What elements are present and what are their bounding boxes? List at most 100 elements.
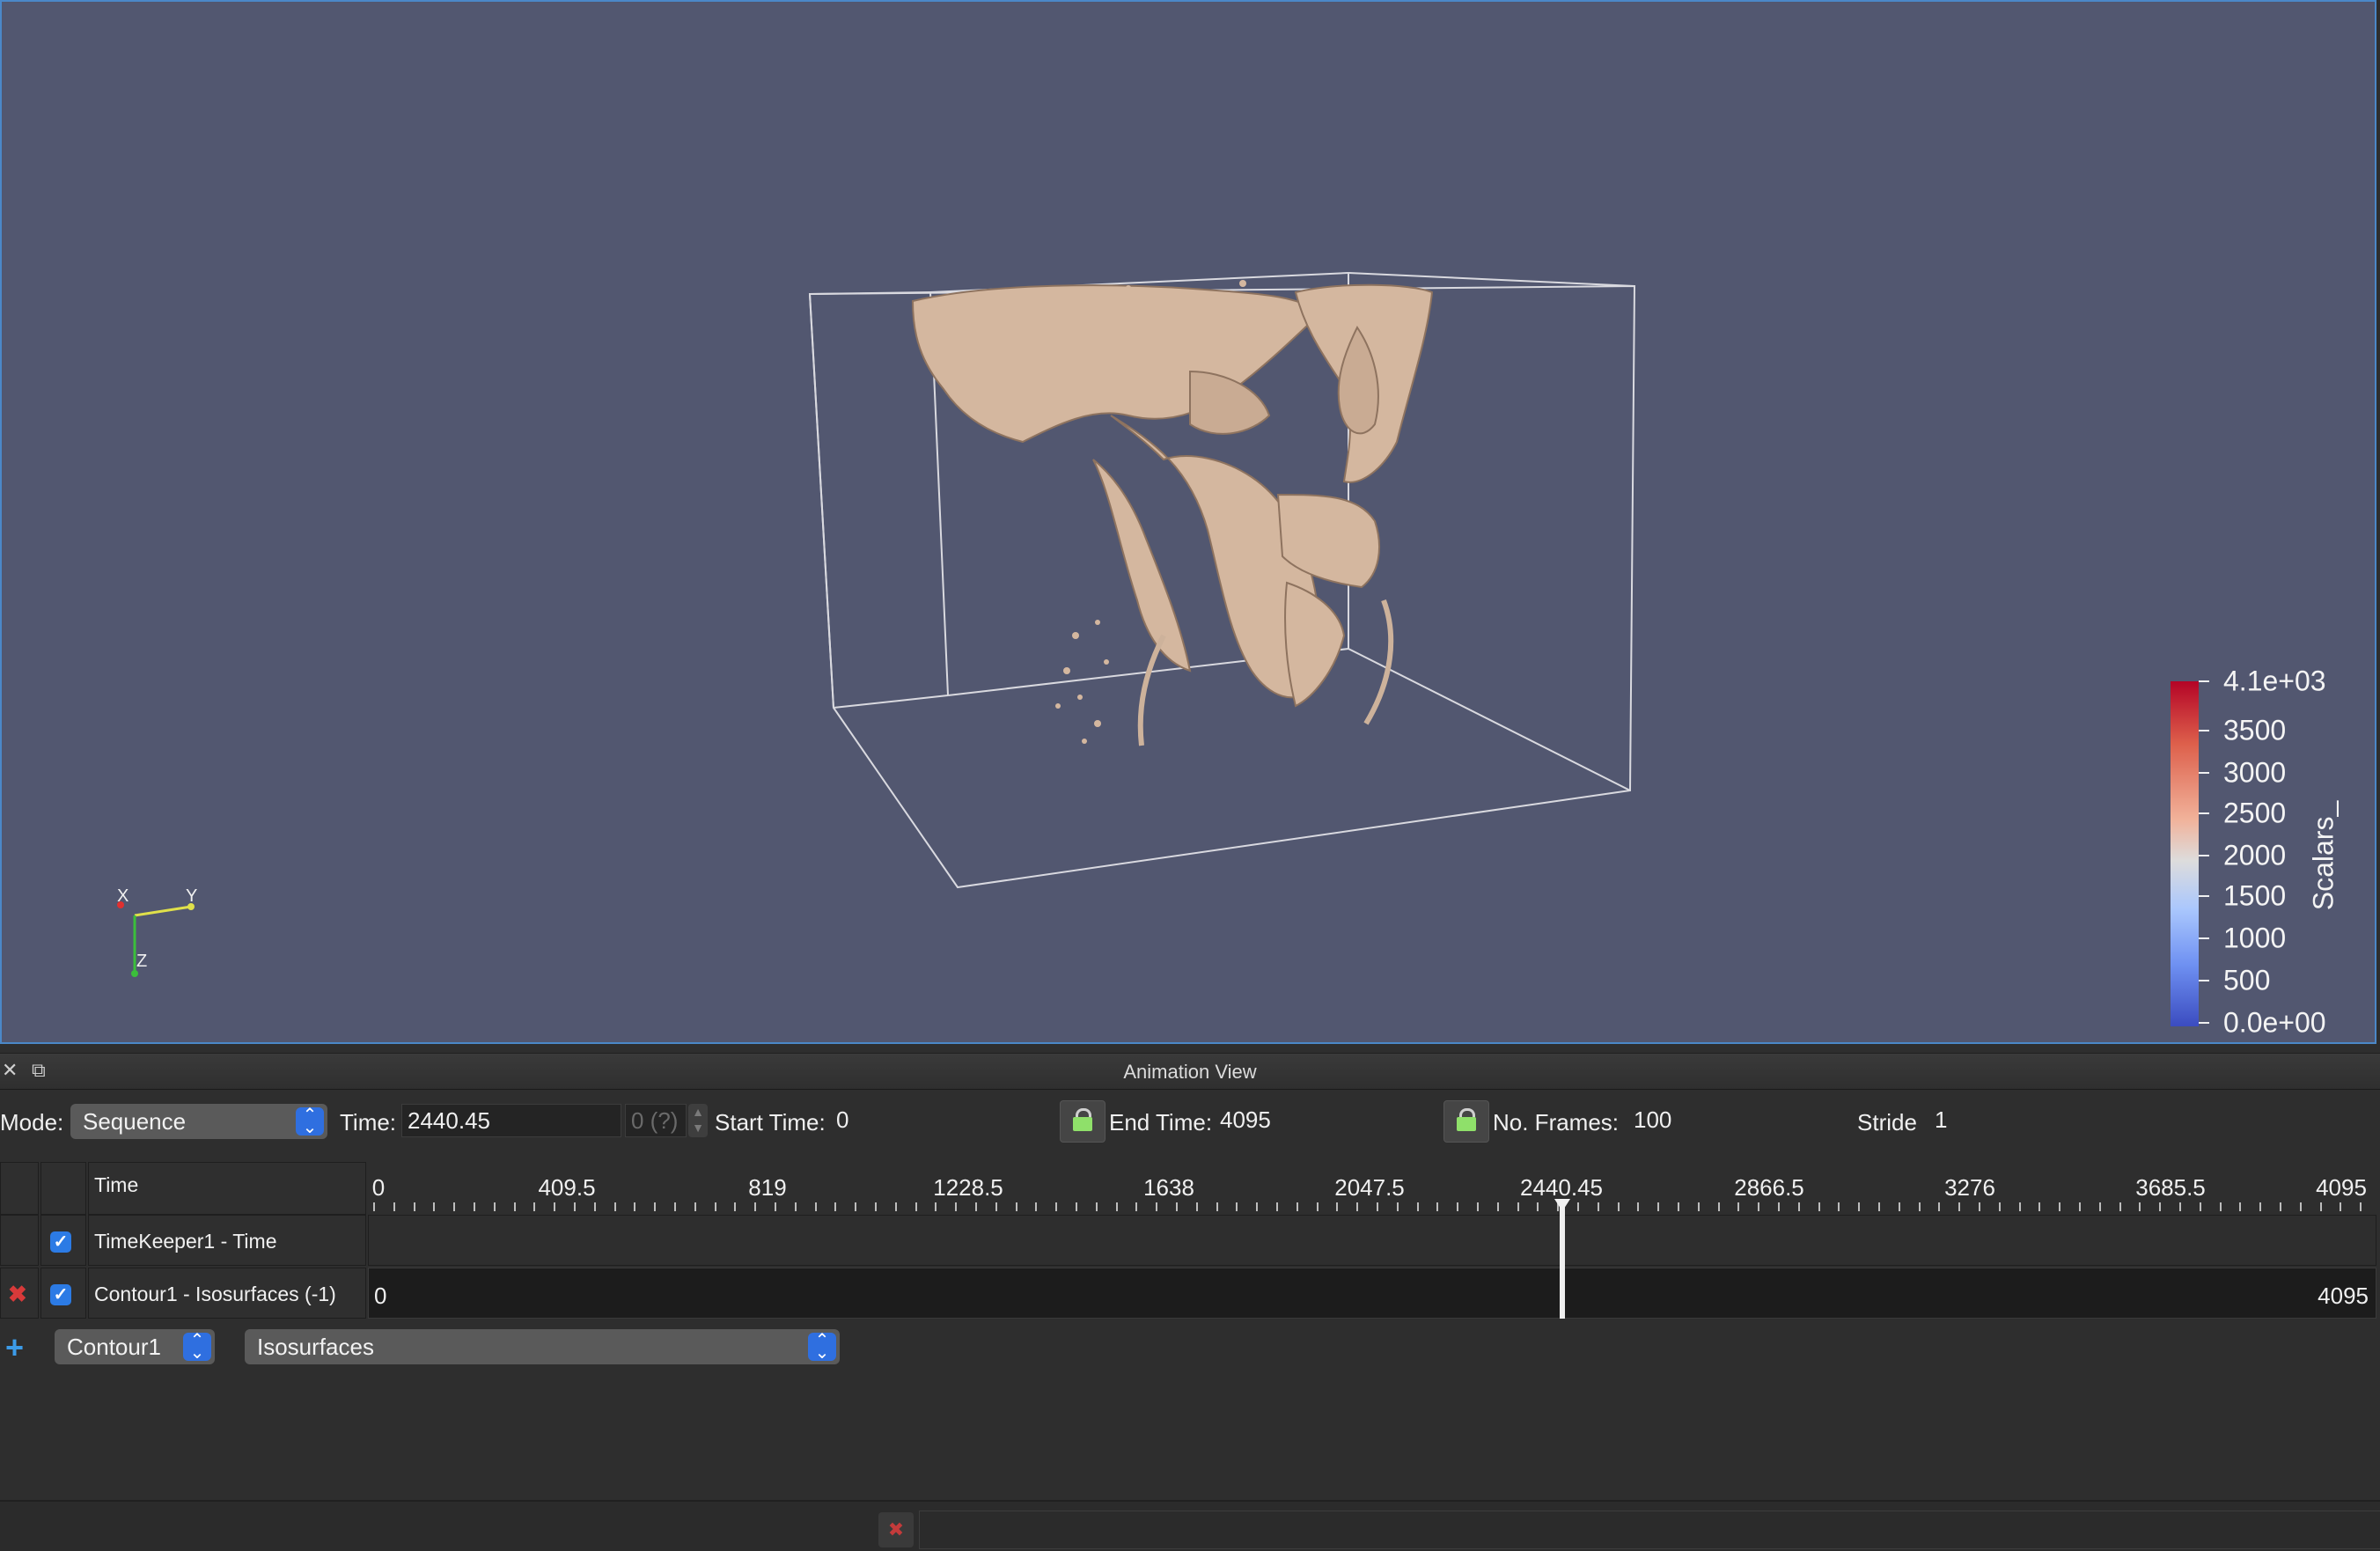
track-timekeeper-timeline[interactable] — [368, 1215, 2376, 1266]
lock-start-time-button[interactable] — [1060, 1100, 1106, 1143]
legend-tick — [2199, 1022, 2209, 1024]
mode-select[interactable]: Sequence ⌃ ⌄ — [70, 1104, 327, 1139]
table-row-action: ✖ — [0, 1268, 39, 1319]
lock-end-time-button[interactable] — [1443, 1100, 1489, 1143]
legend-label: 1000 — [2223, 922, 2287, 954]
ruler-minor-tick — [1537, 1202, 1539, 1211]
lock-icon — [1457, 1117, 1476, 1131]
legend-label: 2500 — [2223, 797, 2287, 829]
animation-empty-area — [0, 1373, 2380, 1496]
ruler-minor-tick — [654, 1202, 656, 1211]
ruler-minor-tick — [1577, 1202, 1579, 1211]
ruler-minor-tick — [1818, 1202, 1820, 1211]
legend-label: 0.0e+00 — [2223, 1006, 2326, 1039]
mode-label: Mode: — [0, 1109, 64, 1136]
start-time-label: Start Time: — [715, 1109, 826, 1136]
add-track-row: + Contour1 ⌃ ⌄ Isosurfaces ⌃ ⌄ — [0, 1327, 2380, 1370]
track-contour-timeline[interactable]: 0 4095 — [368, 1268, 2376, 1319]
ruler-minor-tick — [393, 1202, 395, 1211]
ruler-minor-tick — [1176, 1202, 1178, 1211]
ruler-minor-tick — [2079, 1202, 2081, 1211]
ruler-tick-label: 3685.5 — [2135, 1174, 2206, 1201]
legend-tick — [2199, 772, 2209, 774]
ruler-minor-tick — [1477, 1202, 1479, 1211]
ruler-minor-tick — [1016, 1202, 1017, 1211]
property-select[interactable]: Isosurfaces ⌃ ⌄ — [245, 1329, 840, 1364]
frames-label: No. Frames: — [1493, 1109, 1620, 1136]
timekeeper-checkbox[interactable]: ✓ — [50, 1231, 71, 1253]
ruler-minor-tick — [1196, 1202, 1198, 1211]
add-track-icon[interactable]: + — [5, 1329, 24, 1366]
ruler-minor-tick — [1417, 1202, 1419, 1211]
ruler-minor-tick — [1958, 1202, 1960, 1211]
render-view[interactable]: X Y Z 4.1e+03 3500 3000 2500 2000 1500 1000 500… — [0, 0, 2376, 1044]
start-time-field[interactable]: 0 — [831, 1104, 1054, 1137]
orientation-axes: X Y Z — [117, 886, 197, 977]
ruler-minor-tick — [594, 1202, 596, 1211]
ruler-minor-tick — [2320, 1202, 2322, 1211]
axis-x-label: X — [117, 886, 129, 906]
ruler-minor-tick — [1919, 1202, 1921, 1211]
ruler-minor-tick — [775, 1202, 776, 1211]
ruler-minor-tick — [2019, 1202, 2021, 1211]
current-time-cursor-handle[interactable] — [1554, 1199, 1570, 1211]
ruler-minor-tick — [1096, 1202, 1098, 1211]
stride-field[interactable]: 1 — [1929, 1104, 2141, 1137]
skull-isosurface — [911, 283, 1434, 746]
ruler-minor-tick — [1858, 1202, 1860, 1211]
ruler-minor-tick — [1718, 1202, 1720, 1211]
source-select[interactable]: Contour1 ⌃ ⌄ — [55, 1329, 215, 1364]
ruler-minor-tick — [614, 1202, 616, 1211]
time-label: Time: — [340, 1109, 397, 1136]
ruler-tick-label: 2440.45 — [1520, 1174, 1603, 1201]
current-time-cursor[interactable] — [1560, 1202, 1565, 1319]
time-index-field[interactable]: 0 (?) — [625, 1104, 687, 1137]
ruler-minor-tick — [2220, 1202, 2222, 1211]
ruler-minor-tick — [715, 1202, 716, 1211]
legend-label: 1500 — [2223, 879, 2287, 912]
ruler-minor-tick — [1317, 1202, 1319, 1211]
ruler-tick-label: 409.5 — [538, 1174, 596, 1201]
ruler-minor-tick — [2300, 1202, 2302, 1211]
ruler-minor-tick — [1156, 1202, 1157, 1211]
scene-canvas[interactable] — [2, 2, 2376, 1044]
track-name-contour[interactable]: Contour1 - Isosurfaces (-1) — [88, 1268, 366, 1319]
ruler-minor-tick — [494, 1202, 496, 1211]
stride-label: Stride — [1857, 1109, 1917, 1136]
legend-label: 2000 — [2223, 839, 2287, 871]
ruler-tick-label: 1638 — [1143, 1174, 1194, 1201]
time-column-header: Time — [88, 1162, 366, 1215]
end-time-field[interactable]: 4095 — [1215, 1104, 1438, 1137]
delete-track-icon[interactable]: ✖ — [8, 1281, 27, 1308]
ruler-minor-tick — [2179, 1202, 2181, 1211]
axis-z-label: Z — [136, 952, 147, 971]
frames-field[interactable]: 100 — [1628, 1104, 1840, 1137]
ruler-minor-tick — [1698, 1202, 1700, 1211]
time-index-spinner[interactable]: ▲ ▼ — [688, 1104, 708, 1137]
ruler-minor-tick — [533, 1202, 535, 1211]
timeline-ruler[interactable]: 0 409.5 819 1228.5 1638 2047.5 2440.45 2866.5 32… — [368, 1162, 2376, 1216]
contour-track-checkbox[interactable]: ✓ — [50, 1284, 71, 1305]
ruler-minor-tick — [1377, 1202, 1378, 1211]
ruler-minor-tick — [895, 1202, 897, 1211]
ruler-tick-label: 2047.5 — [1334, 1174, 1405, 1201]
chevron-updown-icon: ⌃ ⌄ — [296, 1106, 324, 1136]
ruler-minor-tick — [1055, 1202, 1057, 1211]
ruler-tick-label: 0 — [371, 1174, 386, 1201]
ruler-minor-tick — [2280, 1202, 2281, 1211]
status-bar: ✖ — [0, 1500, 2380, 1551]
animation-view-title: Animation View — [1123, 1061, 1257, 1083]
table-row-check-cell: ✓ — [40, 1268, 86, 1319]
ruler-minor-tick — [1397, 1202, 1399, 1211]
abort-icon[interactable]: ✖ — [878, 1512, 914, 1547]
animation-toolbar: Mode: Sequence ⌃ ⌄ Time: 2440.45 0 (?) ▲ ▼… — [0, 1099, 2380, 1148]
ruler-minor-tick — [433, 1202, 435, 1211]
ruler-minor-tick — [2200, 1202, 2201, 1211]
ruler-minor-tick — [834, 1202, 836, 1211]
ruler-tick-label: 819 — [748, 1174, 787, 1201]
track-name-timekeeper[interactable]: TimeKeeper1 - Time — [88, 1215, 366, 1266]
time-field[interactable]: 2440.45 — [401, 1104, 621, 1137]
ruler-minor-tick — [1798, 1202, 1800, 1211]
legend-label: 500 — [2223, 964, 2271, 996]
ruler-minor-tick — [514, 1202, 516, 1211]
